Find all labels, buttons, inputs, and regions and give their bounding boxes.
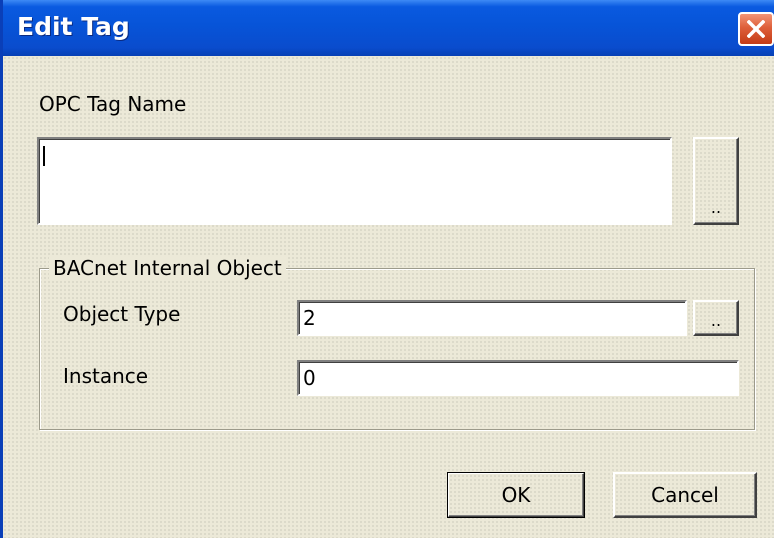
bacnet-internal-object-group bbox=[39, 268, 755, 430]
opc-tag-name-label: OPC Tag Name bbox=[39, 92, 187, 116]
instance-label: Instance bbox=[63, 364, 149, 388]
object-type-browse-button[interactable]: .. bbox=[693, 300, 739, 336]
title-bar[interactable]: Edit Tag bbox=[3, 0, 774, 56]
object-type-label: Object Type bbox=[63, 302, 181, 326]
text-cursor bbox=[43, 146, 45, 166]
close-icon bbox=[747, 20, 765, 38]
opc-tag-name-field[interactable] bbox=[37, 137, 672, 225]
cancel-button[interactable]: Cancel bbox=[613, 472, 757, 518]
ok-button[interactable]: OK bbox=[447, 472, 585, 518]
instance-field[interactable] bbox=[297, 360, 739, 396]
opc-tag-browse-button[interactable]: .. bbox=[693, 137, 739, 225]
close-button[interactable] bbox=[738, 12, 774, 46]
bacnet-group-legend: BACnet Internal Object bbox=[49, 256, 286, 280]
edit-tag-dialog: Edit Tag OPC Tag Name .. BACnet Internal… bbox=[0, 0, 774, 538]
object-type-field[interactable] bbox=[297, 300, 687, 336]
dialog-title: Edit Tag bbox=[17, 12, 130, 41]
